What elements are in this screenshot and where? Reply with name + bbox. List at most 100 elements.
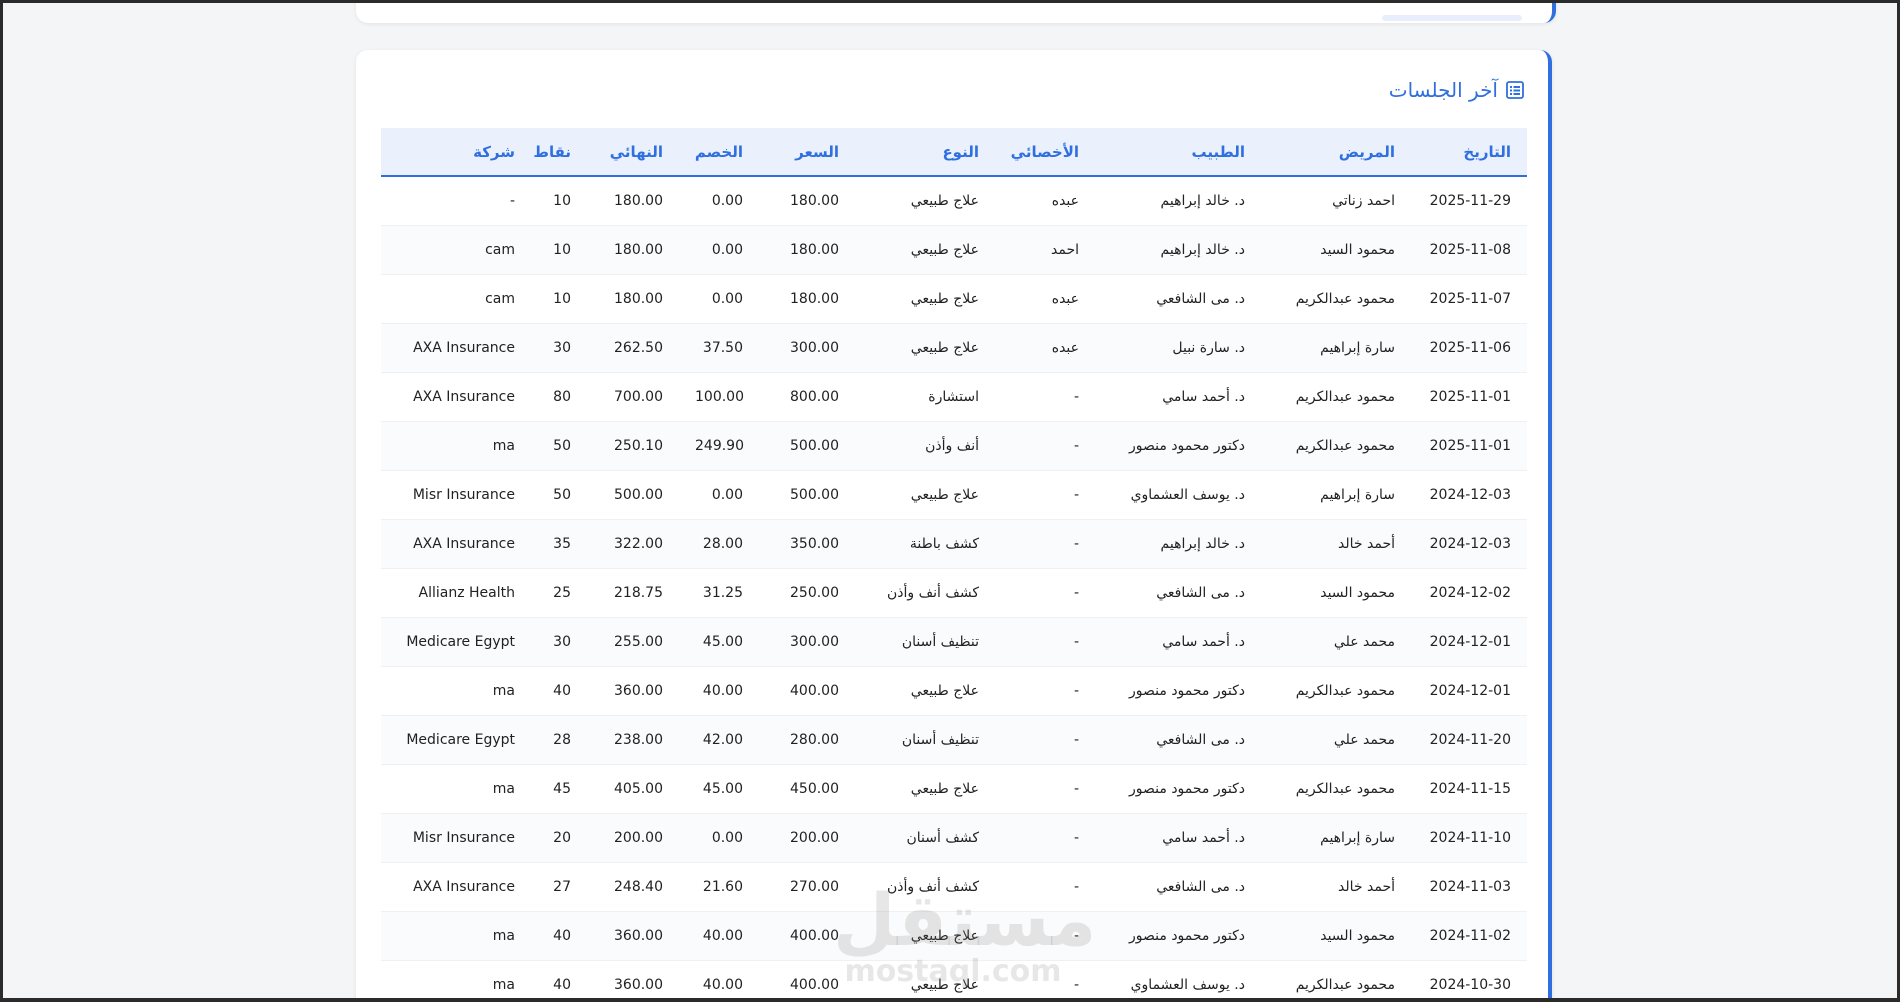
cell-specialist: -: [995, 813, 1095, 863]
table-row[interactable]: 2025-11-07 محمود عبدالكريم د. مى الشافعي عب…: [381, 274, 1527, 324]
cell-patient: محمود السيد: [1261, 568, 1411, 618]
table-body: 2025-11-29 احمد زناتي د. خالد إبراهيم عبده ع…: [381, 176, 1527, 998]
column-header-company[interactable]: شركة: [381, 128, 531, 177]
table-header-row: التاريخ المريض الطبيب الأخصائي النوع السعر الخ…: [381, 128, 1527, 177]
cell-company: AXA Insurance: [381, 862, 531, 912]
table-row[interactable]: 2025-11-08 محمود السيد د. خالد إبراهيم احمد…: [381, 225, 1527, 275]
cell-discount: 31.25: [679, 568, 759, 618]
cell-points: 50: [531, 421, 587, 471]
cell-type: علاج طبيعي: [855, 274, 995, 324]
cell-patient: سارة إبراهيم: [1261, 813, 1411, 863]
cell-doctor: دكتور محمود منصور: [1095, 666, 1261, 716]
cell-final: 248.40: [587, 862, 679, 912]
cell-doctor: د. يوسف العشماوي: [1095, 470, 1261, 520]
table-row[interactable]: 2024-12-01 محمد علي د. أحمد سامي - تنظيف أسن…: [381, 617, 1527, 667]
cell-specialist: -: [995, 519, 1095, 569]
table-row[interactable]: 2024-11-15 محمود عبدالكريم دكتور محمود منص…: [381, 764, 1527, 814]
table-row[interactable]: 2024-12-03 سارة إبراهيم د. يوسف العشماوي - ع…: [381, 470, 1527, 520]
cell-date: 2024-10-30: [1411, 960, 1527, 998]
cell-company: -: [381, 176, 531, 226]
table-row[interactable]: 2024-11-10 سارة إبراهيم د. أحمد سامي - كشف أ…: [381, 813, 1527, 863]
cell-type: أنف وأذن: [855, 421, 995, 471]
cell-date: 2024-12-03: [1411, 470, 1527, 520]
table-row[interactable]: 2024-12-02 محمود السيد د. مى الشافعي - كشف أ…: [381, 568, 1527, 618]
table-row[interactable]: 2024-12-03 أحمد خالد د. خالد إبراهيم - كشف ب…: [381, 519, 1527, 569]
cell-doctor: د. مى الشافعي: [1095, 568, 1261, 618]
table-row[interactable]: 2025-11-01 محمود عبدالكريم دكتور محمود منص…: [381, 421, 1527, 471]
cell-points: 30: [531, 323, 587, 373]
cell-company: Allianz Health: [381, 568, 531, 618]
cell-price: 450.00: [759, 764, 855, 814]
column-header-points[interactable]: نقاط: [531, 128, 587, 177]
cell-specialist: عبده: [995, 274, 1095, 324]
cell-date: 2024-11-10: [1411, 813, 1527, 863]
cell-company: Medicare Egypt: [381, 715, 531, 765]
cell-discount: 40.00: [679, 960, 759, 998]
cell-final: 405.00: [587, 764, 679, 814]
cell-patient: سارة إبراهيم: [1261, 470, 1411, 520]
cell-price: 400.00: [759, 911, 855, 961]
column-header-final[interactable]: النهائي: [587, 128, 679, 177]
cell-final: 360.00: [587, 666, 679, 716]
cell-patient: محمد علي: [1261, 715, 1411, 765]
column-header-specialist[interactable]: الأخصائي: [995, 128, 1095, 177]
cell-company: AXA Insurance: [381, 519, 531, 569]
table-row[interactable]: 2025-11-01 محمود عبدالكريم د. أحمد سامي - اس…: [381, 372, 1527, 422]
cell-date: 2024-12-03: [1411, 519, 1527, 569]
cell-specialist: احمد: [995, 225, 1095, 275]
cell-final: 322.00: [587, 519, 679, 569]
cell-price: 400.00: [759, 960, 855, 998]
cell-discount: 37.50: [679, 323, 759, 373]
cell-patient: أحمد خالد: [1261, 862, 1411, 912]
column-header-type[interactable]: النوع: [855, 128, 995, 177]
cell-price: 250.00: [759, 568, 855, 618]
cell-date: 2025-11-01: [1411, 372, 1527, 422]
cell-discount: 0.00: [679, 225, 759, 275]
cell-date: 2024-11-15: [1411, 764, 1527, 814]
table-row[interactable]: 2024-11-20 محمد علي د. مى الشافعي - تنظيف أس…: [381, 715, 1527, 765]
column-header-date[interactable]: التاريخ: [1411, 128, 1527, 177]
cell-date: 2024-12-02: [1411, 568, 1527, 618]
cell-price: 280.00: [759, 715, 855, 765]
cell-discount: 42.00: [679, 715, 759, 765]
table-row[interactable]: 2024-11-03 أحمد خالد د. مى الشافعي - كشف أنف…: [381, 862, 1527, 912]
cell-doctor: د. مى الشافعي: [1095, 715, 1261, 765]
cell-date: 2025-11-08: [1411, 225, 1527, 275]
column-header-discount[interactable]: الخصم: [679, 128, 759, 177]
cell-points: 30: [531, 617, 587, 667]
cell-type: كشف باطنة: [855, 519, 995, 569]
table-row[interactable]: 2025-11-06 سارة إبراهيم د. سارة نبيل عبده عل…: [381, 323, 1527, 373]
cell-date: 2024-12-01: [1411, 617, 1527, 667]
cell-points: 35: [531, 519, 587, 569]
cell-specialist: -: [995, 421, 1095, 471]
cell-points: 80: [531, 372, 587, 422]
cell-doctor: د. خالد إبراهيم: [1095, 519, 1261, 569]
cell-date: 2025-11-06: [1411, 323, 1527, 373]
previous-card-button[interactable]: [1382, 15, 1522, 21]
cell-company: AXA Insurance: [381, 323, 531, 373]
table-row[interactable]: 2024-11-02 محمود السيد دكتور محمود منصور - ع…: [381, 911, 1527, 961]
column-header-patient[interactable]: المريض: [1261, 128, 1411, 177]
table-row[interactable]: 2024-12-01 محمود عبدالكريم دكتور محمود منص…: [381, 666, 1527, 716]
cell-price: 300.00: [759, 323, 855, 373]
column-header-price[interactable]: السعر: [759, 128, 855, 177]
cell-specialist: -: [995, 764, 1095, 814]
cell-final: 360.00: [587, 960, 679, 998]
table-row[interactable]: 2025-11-29 احمد زناتي د. خالد إبراهيم عبده ع…: [381, 176, 1527, 226]
cell-date: 2024-11-03: [1411, 862, 1527, 912]
cell-final: 180.00: [587, 176, 679, 226]
cell-specialist: -: [995, 862, 1095, 912]
cell-doctor: د. مى الشافعي: [1095, 862, 1261, 912]
cell-final: 218.75: [587, 568, 679, 618]
cell-company: ma: [381, 421, 531, 471]
table-row[interactable]: 2024-10-30 محمود عبدالكريم د. يوسف العشماو…: [381, 960, 1527, 998]
card-header: آخر الجلسات: [1389, 78, 1524, 102]
cell-doctor: د. مى الشافعي: [1095, 274, 1261, 324]
column-header-doctor[interactable]: الطبيب: [1095, 128, 1261, 177]
cell-patient: محمود السيد: [1261, 911, 1411, 961]
cell-company: cam: [381, 274, 531, 324]
cell-doctor: د. أحمد سامي: [1095, 372, 1261, 422]
cell-discount: 45.00: [679, 617, 759, 667]
cell-date: 2024-11-02: [1411, 911, 1527, 961]
cell-discount: 0.00: [679, 176, 759, 226]
